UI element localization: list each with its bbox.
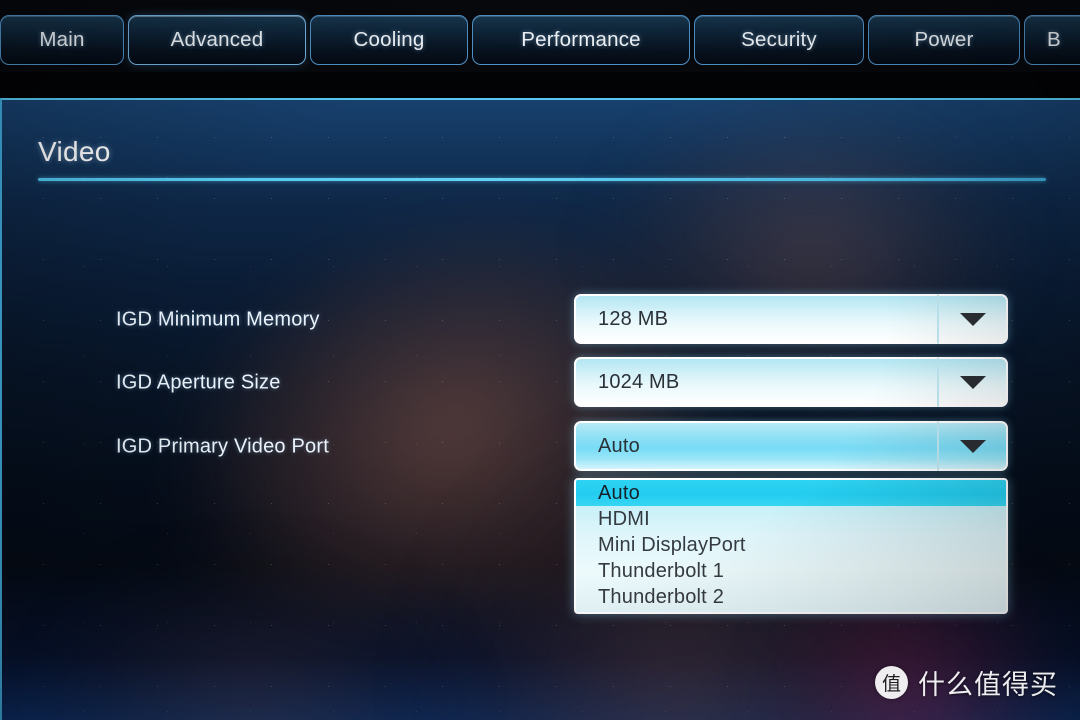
chevron-down-icon[interactable]	[938, 421, 1008, 471]
setting-combobox[interactable]: 128 MB	[574, 294, 1008, 344]
setting-combobox[interactable]: 1024 MB	[574, 357, 1008, 407]
section-header: Video	[38, 136, 1048, 181]
tab-cooling[interactable]: Cooling	[310, 15, 468, 65]
watermark-text: 什么值得买	[918, 670, 1058, 701]
chevron-down-glyph	[959, 312, 986, 326]
tab-label: Power	[914, 28, 974, 51]
dropdown-option[interactable]: Thunderbolt 2	[576, 584, 1006, 610]
dropdown-option[interactable]: Mini DisplayPort	[576, 532, 1006, 558]
setting-row: IGD Primary Video Port Auto	[2, 421, 1080, 473]
tab-label: B	[1047, 28, 1061, 51]
setting-row: IGD Minimum Memory 128 MB	[2, 294, 1080, 346]
setting-label: IGD Primary Video Port	[116, 435, 329, 458]
tabbar-content-gap	[0, 72, 1080, 98]
bios-tab-bar: Main Advanced Cooling Performance Security Po…	[0, 0, 1080, 72]
tab-performance[interactable]: Performance	[472, 15, 690, 65]
tab-label: Main	[39, 28, 85, 51]
tab-label: Cooling	[353, 28, 425, 51]
tab-b[interactable]: B	[1024, 15, 1080, 65]
chevron-down-icon[interactable]	[938, 294, 1008, 344]
dropdown-option[interactable]: HDMI	[576, 506, 1006, 532]
combobox-value[interactable]: Auto	[574, 421, 938, 471]
dropdown-option[interactable]: Thunderbolt 1	[576, 558, 1006, 584]
settings-panel: Video IGD Minimum Memory 128 MB IGD Apertu…	[0, 98, 1080, 720]
tab-label: Advanced	[170, 28, 264, 51]
combobox-value[interactable]: 128 MB	[574, 294, 938, 344]
tab-power[interactable]: Power	[868, 15, 1020, 65]
setting-row: IGD Aperture Size 1024 MB	[2, 357, 1080, 409]
page-title: Video	[38, 136, 111, 167]
tab-label: Performance	[521, 28, 641, 51]
setting-label: IGD Minimum Memory	[116, 308, 320, 331]
watermark-logo-icon: 值	[875, 666, 908, 699]
video-port-dropdown-list[interactable]: Auto HDMI Mini DisplayPort Thunderbolt 1 Thu…	[574, 478, 1008, 614]
tab-label: Security	[741, 28, 817, 51]
chevron-down-icon[interactable]	[938, 357, 1008, 407]
screen-glare-reflection	[42, 560, 462, 720]
tab-advanced[interactable]: Advanced	[128, 15, 306, 65]
watermark: 值 什么值得买	[875, 663, 1058, 702]
setting-combobox[interactable]: Auto	[574, 421, 1008, 471]
section-divider	[38, 178, 1046, 181]
dropdown-option[interactable]: Auto	[576, 480, 1006, 506]
tab-main[interactable]: Main	[0, 15, 124, 65]
photo-sensor-noise	[2, 100, 1080, 720]
setting-label: IGD Aperture Size	[116, 371, 281, 394]
bios-screen-photo: Main Advanced Cooling Performance Security Po…	[0, 0, 1080, 720]
combobox-value[interactable]: 1024 MB	[574, 357, 938, 407]
tab-security[interactable]: Security	[694, 15, 864, 65]
chevron-down-glyph	[959, 375, 986, 389]
chevron-down-glyph	[959, 439, 986, 453]
